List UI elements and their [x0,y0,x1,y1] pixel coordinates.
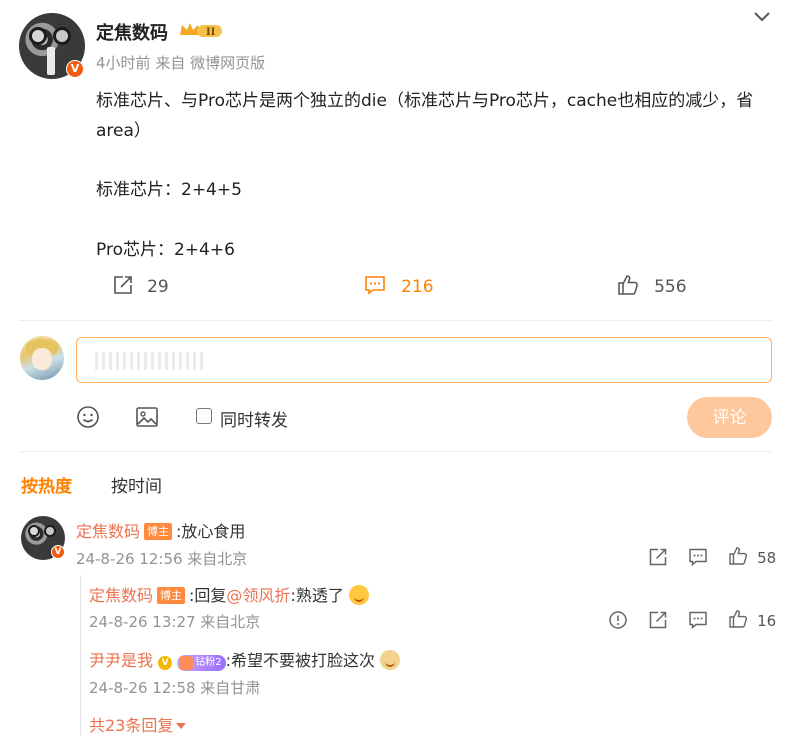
image-icon[interactable] [135,405,159,429]
thumbs-up-icon [729,610,747,628]
svg-text:II: II [206,27,216,38]
reply-meta: 24-8-26 13:27 来自北京 [89,613,261,631]
repost-button[interactable]: 29 [112,274,169,297]
comment-username[interactable]: 定焦数码 [76,522,140,541]
post-text-line-3: Pro芯片：2+4+6 [96,240,235,260]
host-badge: 博主 [157,587,186,604]
like-button[interactable]: 556 [617,274,687,297]
crown-icon[interactable]: II [178,21,224,39]
verified-icon: V [66,60,84,78]
chevron-down-icon[interactable] [752,9,772,25]
verified-icon: V [51,545,65,559]
yummy-emoji-icon [348,585,369,605]
tab-sort-time[interactable]: 按时间 [111,472,162,497]
share-icon[interactable] [648,610,668,630]
comment-button[interactable]: 216 [364,274,434,297]
comment-meta: 24-8-26 12:56 来自北京 [76,550,248,568]
report-icon[interactable] [608,610,628,630]
reply-body: 尹尹是我 V 钻粉2:希望不要被打脸这次 [89,647,401,671]
emoji-icon[interactable] [76,405,100,429]
reply-thread-rail [80,575,81,735]
reply-username[interactable]: 尹尹是我 [89,651,153,670]
comment-count: 216 [401,277,434,297]
reply-prefix: :回复 [189,586,227,605]
repost-count: 29 [147,277,169,297]
post-text-line-1: 标准芯片、与Pro芯片是两个独立的die（标准芯片与Pro芯片，cache也相应… [96,91,754,141]
like-count: 556 [654,277,687,297]
post-source: 微博网页版 [190,54,266,72]
share-icon[interactable] [648,547,668,567]
divider [19,451,772,452]
gold-verified-icon: V [158,656,173,670]
tab-sort-hot[interactable]: 按热度 [21,472,72,497]
submit-comment-button[interactable]: 评论 [687,397,772,438]
host-badge: 博主 [144,523,173,540]
comment-body: 定焦数码 博主:放心食用 [76,518,245,542]
fan-gem-icon [179,656,194,670]
post-meta: 4小时前 来自 微博网页版 [96,52,265,73]
caret-down-icon [176,723,187,729]
comment-text: :放心食用 [176,522,246,541]
comment-like-button[interactable]: 58 [728,546,776,567]
doge-emoji-icon [380,650,401,670]
post-source-prefix: 来自 [155,54,186,72]
author-name[interactable]: 定焦数码 [96,19,168,45]
more-replies-label: 共23条回复 [89,716,174,735]
thumbs-up-icon [618,275,638,295]
reply-mention[interactable]: @领风折 [226,586,290,605]
reply-icon[interactable] [688,547,708,567]
reply-text: :熟透了 [290,586,344,605]
reply-meta: 24-8-26 12:58 来自甘肃 [89,679,261,697]
reply-body: 定焦数码 博主:回复@领风折:熟透了 [89,582,369,606]
current-user-avatar[interactable] [20,336,64,380]
repost-icon [114,276,132,294]
repost-checkbox[interactable] [196,408,212,424]
thumbs-up-icon [729,547,747,565]
fan-level-badge: 钻粉2 [177,655,226,671]
reply-icon[interactable] [688,610,708,630]
post-time[interactable]: 4小时前 [96,54,151,72]
repost-checkbox-label[interactable]: 同时转发 [220,406,288,431]
post-text-line-2: 标准芯片：2+4+5 [96,180,242,200]
comment-input[interactable] [76,337,772,383]
comment-input-placeholder [95,352,205,370]
reply-text: :希望不要被打脸这次 [225,651,375,670]
comment-icon [365,276,385,295]
comment-like-count: 58 [757,549,777,567]
reply-like-count: 16 [757,612,777,630]
more-replies-link[interactable]: 共23条回复 [89,712,187,736]
divider [19,320,772,321]
reply-username[interactable]: 定焦数码 [89,586,153,605]
reply-like-button[interactable]: 16 [728,609,776,630]
